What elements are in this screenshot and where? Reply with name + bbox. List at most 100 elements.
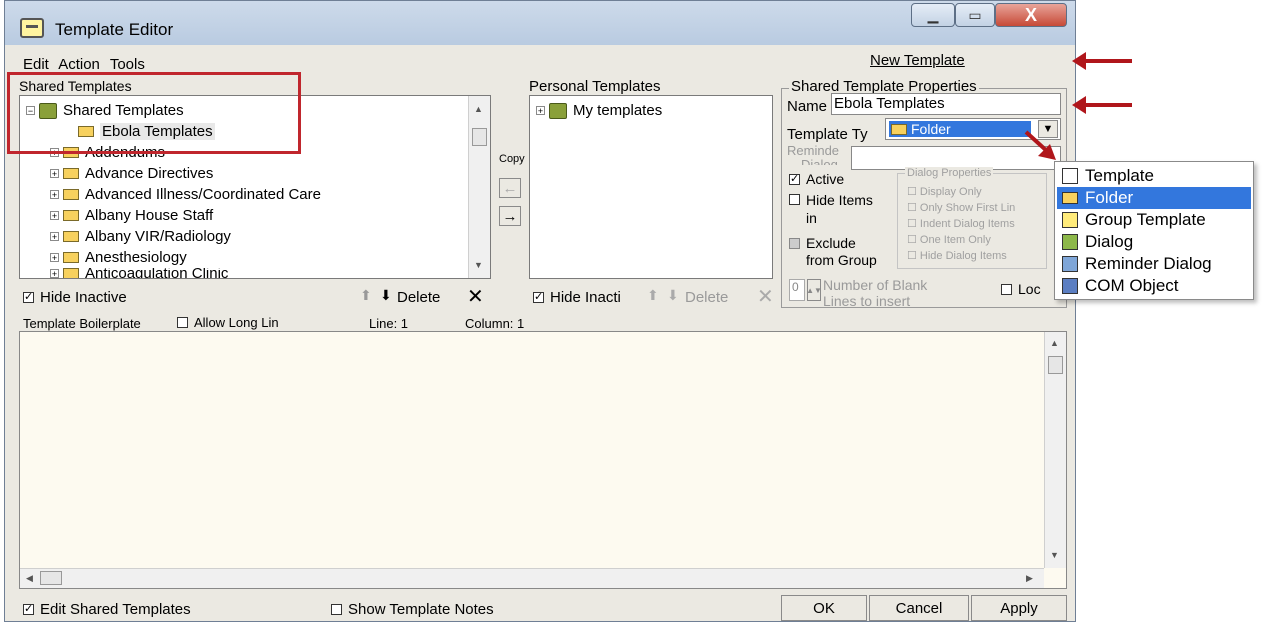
tree-node[interactable]: + Anticoagulation Clinic <box>50 268 228 278</box>
expand-icon[interactable]: + <box>50 232 59 242</box>
delete-x-icon[interactable]: ✕ <box>757 284 774 309</box>
boilerplate-vscroll[interactable]: ▲ ▼ <box>1044 332 1066 568</box>
tree-node[interactable]: + Anesthesiology <box>50 249 187 266</box>
hide-items-option[interactable]: Hide Items in Template <box>789 191 876 227</box>
column-indicator: Column: 1 <box>465 316 525 331</box>
menu-action[interactable]: Action <box>58 56 100 73</box>
scroll-right-icon[interactable]: ▶ <box>1026 573 1033 584</box>
hide-items-checkbox[interactable] <box>789 194 800 205</box>
folder-icon <box>63 268 79 278</box>
tree-scrollbar[interactable]: ▲ ▼ <box>468 96 490 278</box>
folder-icon <box>63 168 79 179</box>
scroll-thumb[interactable] <box>1048 356 1063 374</box>
hide-inactive-shared[interactable]: ✓ Hide Inactive <box>23 289 127 306</box>
delete-shared-button[interactable]: Delete <box>397 289 440 306</box>
maximize-button[interactable]: ▭ <box>955 3 995 27</box>
option-folder[interactable]: Folder <box>1057 187 1251 209</box>
reminder-label: Reminde <box>787 143 840 158</box>
template-type-selected: Folder <box>889 121 1031 137</box>
indent-dialog-option[interactable]: ☐ Indent Dialog Items <box>907 217 1015 230</box>
option-reminder-dialog[interactable]: Reminder Dialog <box>1057 253 1251 275</box>
option-com-object[interactable]: COM Object <box>1057 275 1251 297</box>
boilerplate-hscroll[interactable]: ◀ ▶ <box>20 568 1044 588</box>
allow-long-lines-checkbox[interactable] <box>177 317 188 328</box>
scroll-up-icon[interactable]: ▲ <box>1050 338 1059 348</box>
option-template[interactable]: Template <box>1057 165 1251 187</box>
allow-long-lines-option[interactable]: Allow Long Lin <box>177 315 279 330</box>
exclude-checkbox[interactable] <box>789 238 800 249</box>
show-notes-option[interactable]: Show Template Notes <box>331 601 494 618</box>
display-only-option[interactable]: ☐ Display Only <box>907 185 982 198</box>
move-up-icon[interactable]: ⬆ <box>647 287 659 304</box>
lock-checkbox[interactable] <box>1001 283 1012 295</box>
folder-icon <box>891 123 907 135</box>
dialog-icon <box>1062 234 1078 250</box>
expand-icon[interactable]: + <box>50 268 59 278</box>
scroll-thumb[interactable] <box>40 571 62 585</box>
hide-inactive-checkbox[interactable]: ✓ <box>23 292 34 303</box>
delete-x-icon[interactable]: ✕ <box>467 284 484 309</box>
boilerplate-label: Template Boilerplate <box>23 316 141 331</box>
highlight-box <box>7 72 301 154</box>
dialog-label: Dialog <box>801 157 838 165</box>
option-group-template[interactable]: Group Template <box>1057 209 1251 231</box>
ok-button[interactable]: OK <box>781 595 867 621</box>
expand-icon[interactable]: + <box>50 211 59 221</box>
only-show-first-option[interactable]: ☐ Only Show First Lin <box>907 201 1015 214</box>
reminder-dialog-icon <box>1062 256 1078 272</box>
expand-icon[interactable]: + <box>536 106 545 116</box>
folder-icon <box>63 231 79 242</box>
edit-shared-option[interactable]: ✓ Edit Shared Templates <box>23 601 191 618</box>
option-dialog[interactable]: Dialog <box>1057 231 1251 253</box>
minimize-button[interactable]: ▁ <box>911 3 955 27</box>
menu-bar: Edit Action Tools <box>23 56 151 73</box>
tree-node[interactable]: + Albany House Staff <box>50 207 213 224</box>
hide-inactive-personal-checkbox[interactable]: ✓ <box>533 292 544 303</box>
tree-node[interactable]: + Advanced Illness/Coordinated Care <box>50 186 321 203</box>
lock-option[interactable]: Loc <box>1001 281 1041 297</box>
window-title: Template Editor <box>55 20 174 39</box>
expand-icon[interactable]: + <box>50 169 59 179</box>
scroll-thumb[interactable] <box>472 128 487 146</box>
new-template-button[interactable]: New Template <box>870 52 965 69</box>
show-notes-checkbox[interactable] <box>331 604 342 615</box>
delete-personal-button[interactable]: Delete <box>685 289 728 306</box>
close-button[interactable]: X <box>995 3 1067 27</box>
annotation-arrow-icon <box>1072 52 1132 70</box>
blank-lines-spinner[interactable]: ▲▼ <box>806 279 822 301</box>
template-editor-icon <box>20 18 44 38</box>
annotation-arrow-icon <box>1072 96 1132 114</box>
personal-templates-tree[interactable]: + My templates <box>529 95 773 279</box>
tree-node[interactable]: + Albany VIR/Radiology <box>50 228 231 245</box>
active-checkbox[interactable]: ✓ <box>789 173 800 185</box>
exclude-option[interactable]: Exclude from Group <box>789 235 878 271</box>
move-down-icon[interactable]: ⬇ <box>380 287 392 304</box>
scroll-down-icon[interactable]: ▼ <box>474 260 483 270</box>
hide-dialog-items-option[interactable]: ☐ Hide Dialog Items <box>907 249 1007 262</box>
blank-lines-input[interactable]: 0 <box>789 279 805 301</box>
cancel-button[interactable]: Cancel <box>869 595 969 621</box>
copy-right-button[interactable]: → <box>499 206 521 226</box>
active-option[interactable]: ✓ Active <box>789 171 844 187</box>
scroll-left-icon[interactable]: ◀ <box>26 573 33 584</box>
name-input[interactable]: Ebola Templates <box>831 93 1061 115</box>
move-down-icon[interactable]: ⬇ <box>667 287 679 304</box>
hide-inactive-personal[interactable]: ✓ Hide Inacti <box>533 289 621 306</box>
tree-node-my-templates[interactable]: + My templates <box>536 102 662 119</box>
title-bar: Template Editor ▁ ▭ X <box>5 1 1075 45</box>
expand-icon[interactable]: + <box>50 253 59 263</box>
menu-tools[interactable]: Tools <box>110 56 145 73</box>
expand-icon[interactable]: + <box>50 190 59 200</box>
scroll-down-icon[interactable]: ▼ <box>1050 550 1059 560</box>
copy-left-button[interactable]: ← <box>499 178 521 198</box>
apply-button[interactable]: Apply <box>971 595 1067 621</box>
menu-edit[interactable]: Edit <box>23 56 49 73</box>
tree-node[interactable]: + Advance Directives <box>50 165 213 182</box>
edit-shared-checkbox[interactable]: ✓ <box>23 604 34 615</box>
boilerplate-editor[interactable]: ▲ ▼ ◀ ▶ <box>19 331 1067 589</box>
one-item-only-option[interactable]: ☐ One Item Only <box>907 233 991 246</box>
move-up-icon[interactable]: ⬆ <box>360 287 372 304</box>
number-blank-label: Number of Blank Lines to insert <box>823 277 928 307</box>
scroll-up-icon[interactable]: ▲ <box>474 104 483 114</box>
folder-icon <box>63 210 79 221</box>
